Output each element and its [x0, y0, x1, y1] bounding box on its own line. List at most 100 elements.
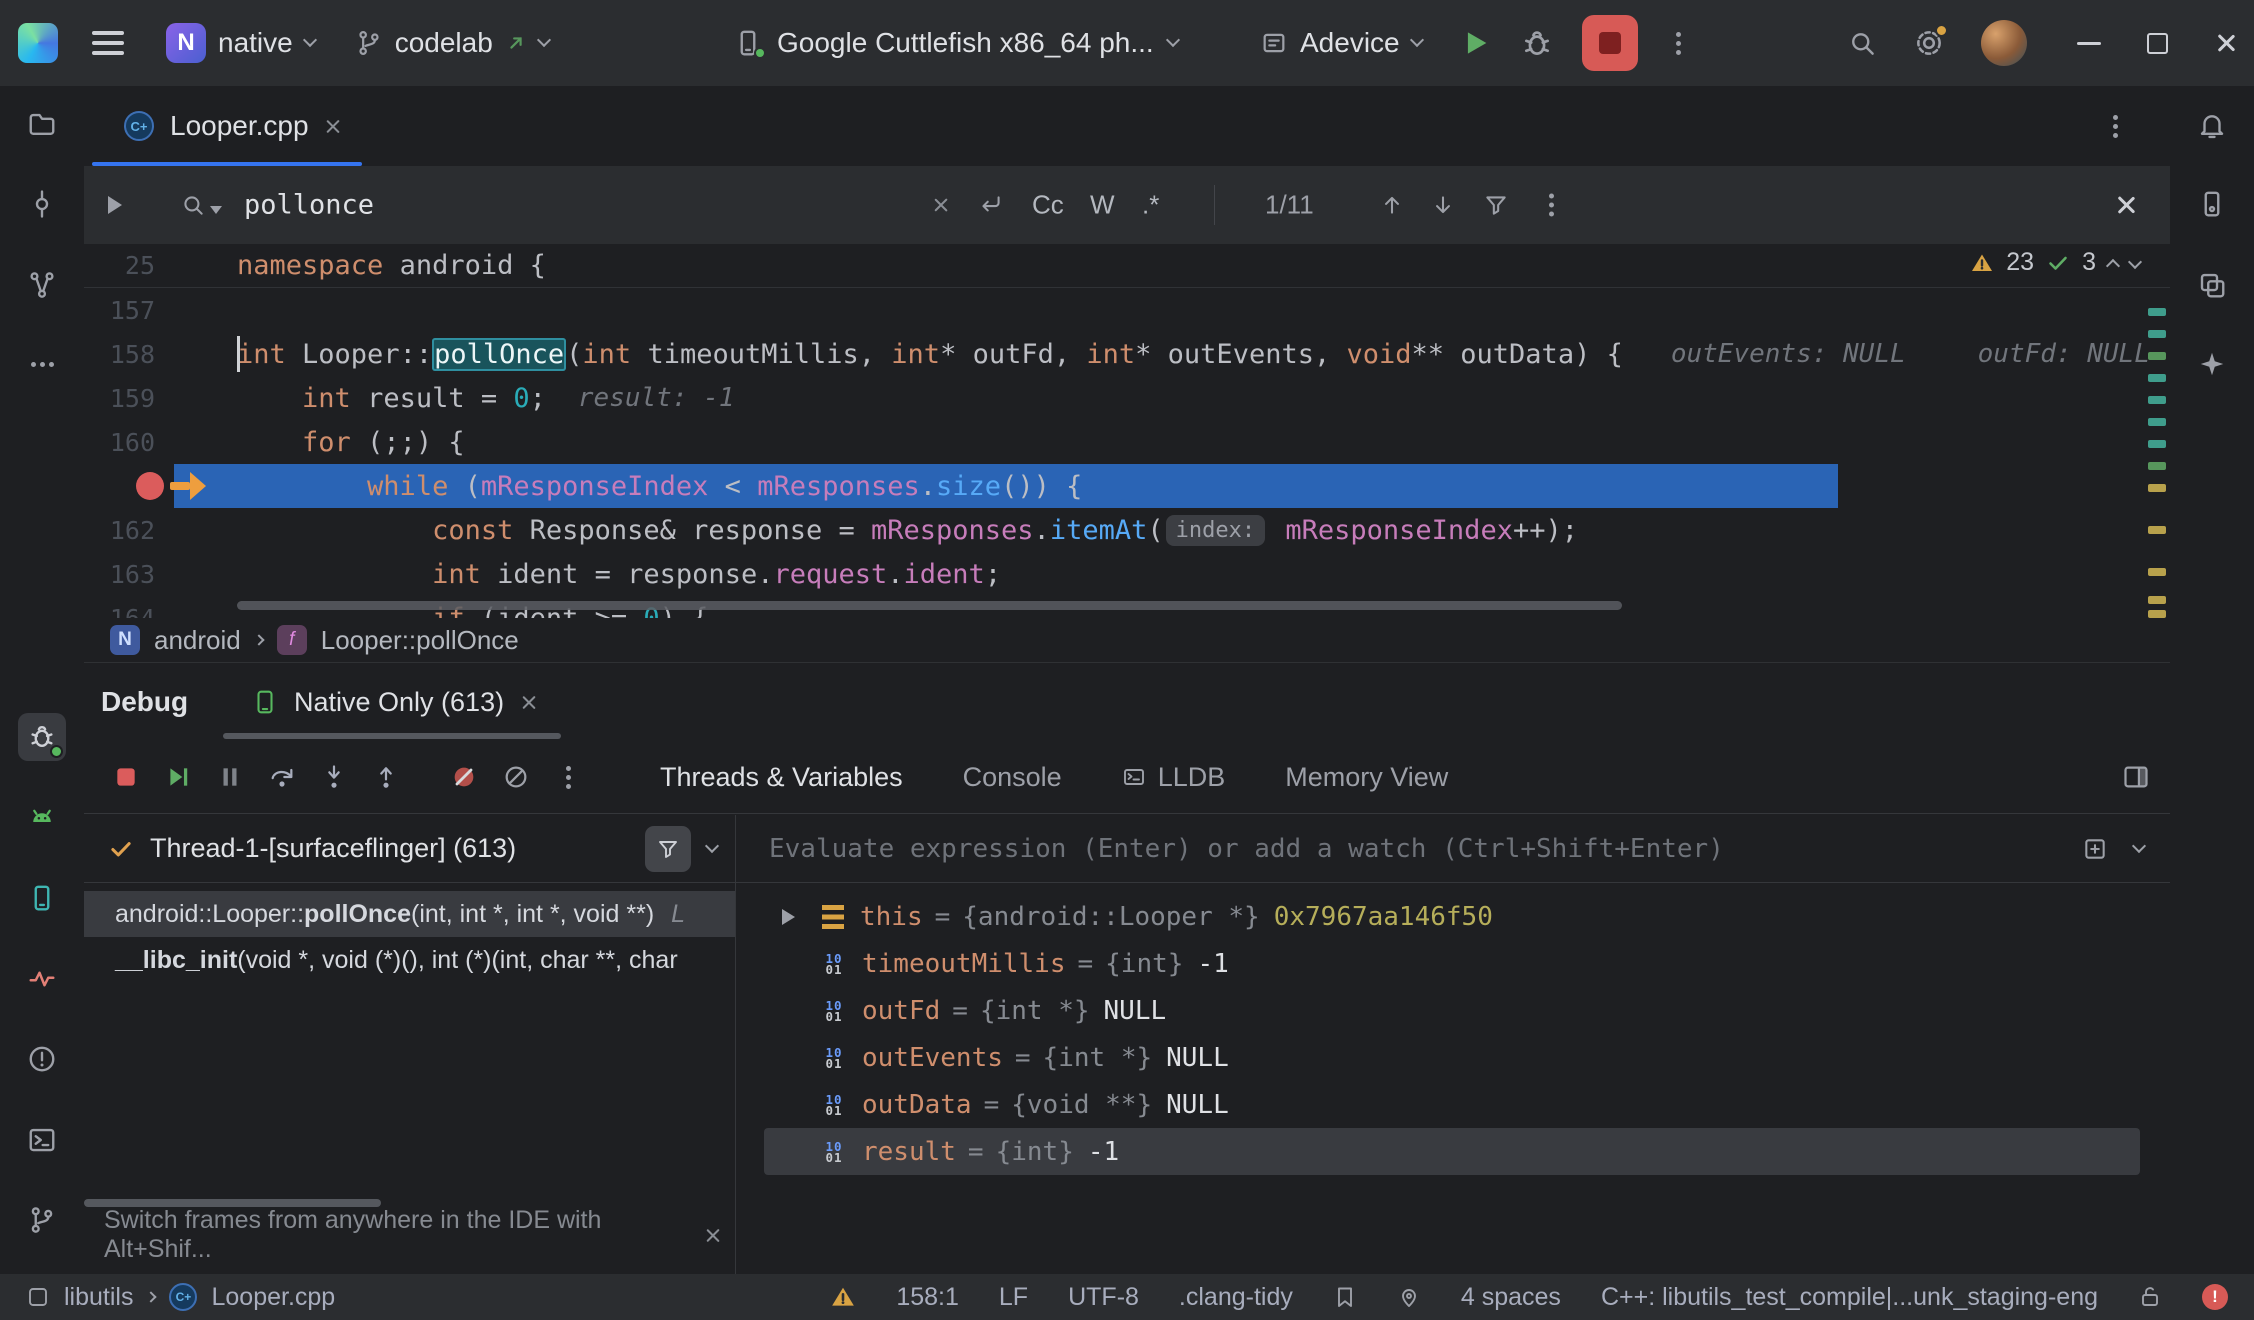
- run-configuration-selector[interactable]: Adevice: [1252, 21, 1430, 65]
- stack-frame[interactable]: android::Looper::pollOnce(int, int *, in…: [84, 891, 735, 937]
- device-selector[interactable]: Google Cuttlefish x86_64 ph...: [733, 0, 1178, 86]
- tab-memory-view[interactable]: Memory View: [1285, 762, 1448, 793]
- search-history-button[interactable]: [180, 192, 222, 218]
- previous-match-button[interactable]: [1379, 192, 1405, 218]
- more-actions-button[interactable]: [1666, 41, 1691, 46]
- variable-row[interactable]: timeoutMillis = {int} -1: [736, 940, 2170, 987]
- whole-words-toggle[interactable]: W: [1090, 190, 1115, 221]
- stripe-mark[interactable]: [2148, 484, 2166, 492]
- sidebar-item-device-manager[interactable]: [2188, 180, 2236, 228]
- line-separator[interactable]: LF: [999, 1283, 1028, 1312]
- stack-frame[interactable]: __libc_init(void *, void (*)(), int (*)(…: [84, 937, 735, 983]
- stripe-mark[interactable]: [2148, 462, 2166, 470]
- next-problem-icon[interactable]: [2128, 254, 2142, 268]
- stop-session-button[interactable]: [106, 755, 146, 799]
- sidebar-item-device-explorer[interactable]: [18, 874, 66, 922]
- line-number[interactable]: 160: [84, 428, 155, 457]
- variable-row[interactable]: outData = {void **} NULL: [736, 1081, 2170, 1128]
- tab-threads-variables[interactable]: Threads & Variables: [660, 762, 903, 793]
- line-number[interactable]: 158: [84, 340, 155, 369]
- code-line[interactable]: 160 for (;;) {: [84, 420, 2148, 464]
- mute-breakpoints-button[interactable]: [444, 755, 484, 799]
- stripe-mark[interactable]: [2148, 440, 2166, 448]
- tab-lldb[interactable]: LLDB: [1122, 762, 1226, 793]
- regex-toggle[interactable]: .*: [1142, 190, 1159, 221]
- variable-row[interactable]: this = {android::Looper *} 0x7967aa146f5…: [736, 893, 2170, 940]
- status-file[interactable]: Looper.cpp: [211, 1283, 335, 1312]
- run-button[interactable]: [1458, 26, 1492, 60]
- pin-icon[interactable]: [1397, 1285, 1421, 1309]
- thread-selector[interactable]: Thread-1-[surfaceflinger] (613): [84, 815, 735, 883]
- chevron-down-icon[interactable]: [2132, 838, 2146, 852]
- debug-more-button[interactable]: [548, 755, 588, 799]
- main-menu-button[interactable]: [82, 27, 134, 59]
- sidebar-item-notifications[interactable]: [2188, 101, 2236, 149]
- toolchain-status[interactable]: C++: libutils_test_compile|...unk_stagin…: [1601, 1283, 2098, 1312]
- sidebar-item-project[interactable]: [18, 101, 66, 149]
- code-line[interactable]: 157: [84, 288, 2148, 332]
- variable-row[interactable]: outEvents = {int *} NULL: [736, 1034, 2170, 1081]
- sidebar-item-commit[interactable]: [18, 180, 66, 228]
- code-line[interactable]: 163 int ident = response.request.ident;: [84, 552, 2148, 596]
- code-editor[interactable]: 25 namespace android { 23 3 157 158 int …: [84, 244, 2170, 618]
- tab-options-button[interactable]: [2103, 124, 2128, 129]
- breadcrumb-function[interactable]: Looper::pollOnce: [321, 625, 519, 656]
- debug-run-button[interactable]: [1520, 26, 1554, 60]
- step-into-button[interactable]: [314, 755, 354, 799]
- hint-close-icon[interactable]: [704, 1227, 721, 1244]
- stripe-mark[interactable]: [2148, 352, 2166, 360]
- add-watch-icon[interactable]: [2082, 836, 2108, 862]
- close-find-button[interactable]: [2114, 193, 2138, 217]
- close-button[interactable]: [2214, 31, 2238, 55]
- variable-row[interactable]: outFd = {int *} NULL: [736, 987, 2170, 1034]
- code-line[interactable]: 158 int Looper::pollOnce(int timeoutMill…: [84, 332, 2148, 376]
- project-selector[interactable]: N native: [158, 17, 323, 69]
- chevron-down-icon[interactable]: [705, 838, 719, 852]
- pause-button[interactable]: [210, 755, 250, 799]
- settings-button[interactable]: [1913, 27, 1945, 59]
- caret-position[interactable]: 158:1: [896, 1283, 959, 1312]
- avatar[interactable]: [1981, 20, 2027, 66]
- sidebar-item-app-insights[interactable]: [18, 955, 66, 1003]
- code-line-current[interactable]: while (mResponseIndex < mResponses.size(…: [84, 464, 2148, 508]
- search-input[interactable]: pollonce: [244, 190, 374, 221]
- step-over-button[interactable]: [262, 755, 302, 799]
- sticky-line[interactable]: 25 namespace android {: [84, 244, 2170, 288]
- evaluate-input[interactable]: Evaluate expression (Enter) or add a wat…: [769, 834, 2056, 864]
- line-number[interactable]: 159: [84, 384, 155, 413]
- tab-close-icon[interactable]: [325, 118, 342, 135]
- clear-search-button[interactable]: [932, 197, 949, 214]
- expand-replace-button[interactable]: [108, 196, 122, 214]
- new-line-button[interactable]: [978, 192, 1004, 218]
- stripe-mark[interactable]: [2148, 610, 2166, 618]
- indent-setting[interactable]: 4 spaces: [1461, 1283, 1561, 1312]
- sidebar-item-more[interactable]: [18, 340, 66, 388]
- search-everywhere-button[interactable]: [1847, 28, 1877, 58]
- line-number[interactable]: 164: [84, 604, 155, 619]
- step-out-button[interactable]: [366, 755, 406, 799]
- stripe-mark[interactable]: [2148, 418, 2166, 426]
- line-number[interactable]: 162: [84, 516, 155, 545]
- stripe-mark[interactable]: [2148, 596, 2166, 604]
- bookmark-icon[interactable]: [1333, 1285, 1357, 1309]
- view-breakpoints-button[interactable]: [496, 755, 536, 799]
- sidebar-item-logcat[interactable]: [18, 793, 66, 841]
- tab-strip-scrollbar[interactable]: [223, 733, 561, 739]
- resume-button[interactable]: [158, 755, 198, 799]
- status-module[interactable]: libutils: [64, 1283, 133, 1312]
- error-notification-icon[interactable]: [2202, 1284, 2228, 1310]
- minimize-button[interactable]: [2077, 30, 2101, 57]
- lock-icon[interactable]: [2138, 1285, 2162, 1309]
- stop-button[interactable]: [1582, 15, 1638, 71]
- sidebar-item-structure[interactable]: [18, 261, 66, 309]
- clang-tidy-status[interactable]: .clang-tidy: [1179, 1283, 1293, 1312]
- stripe-mark[interactable]: [2148, 396, 2166, 404]
- sidebar-item-terminal[interactable]: [18, 1116, 66, 1164]
- stripe-mark[interactable]: [2148, 526, 2166, 534]
- sidebar-item-git[interactable]: [18, 1196, 66, 1244]
- horizontal-scrollbar[interactable]: [237, 601, 1622, 610]
- breakpoint-icon[interactable]: [136, 472, 164, 500]
- line-number[interactable]: 157: [84, 296, 155, 325]
- debug-session-tab[interactable]: Native Only (613): [252, 687, 537, 718]
- stripe-mark[interactable]: [2148, 568, 2166, 576]
